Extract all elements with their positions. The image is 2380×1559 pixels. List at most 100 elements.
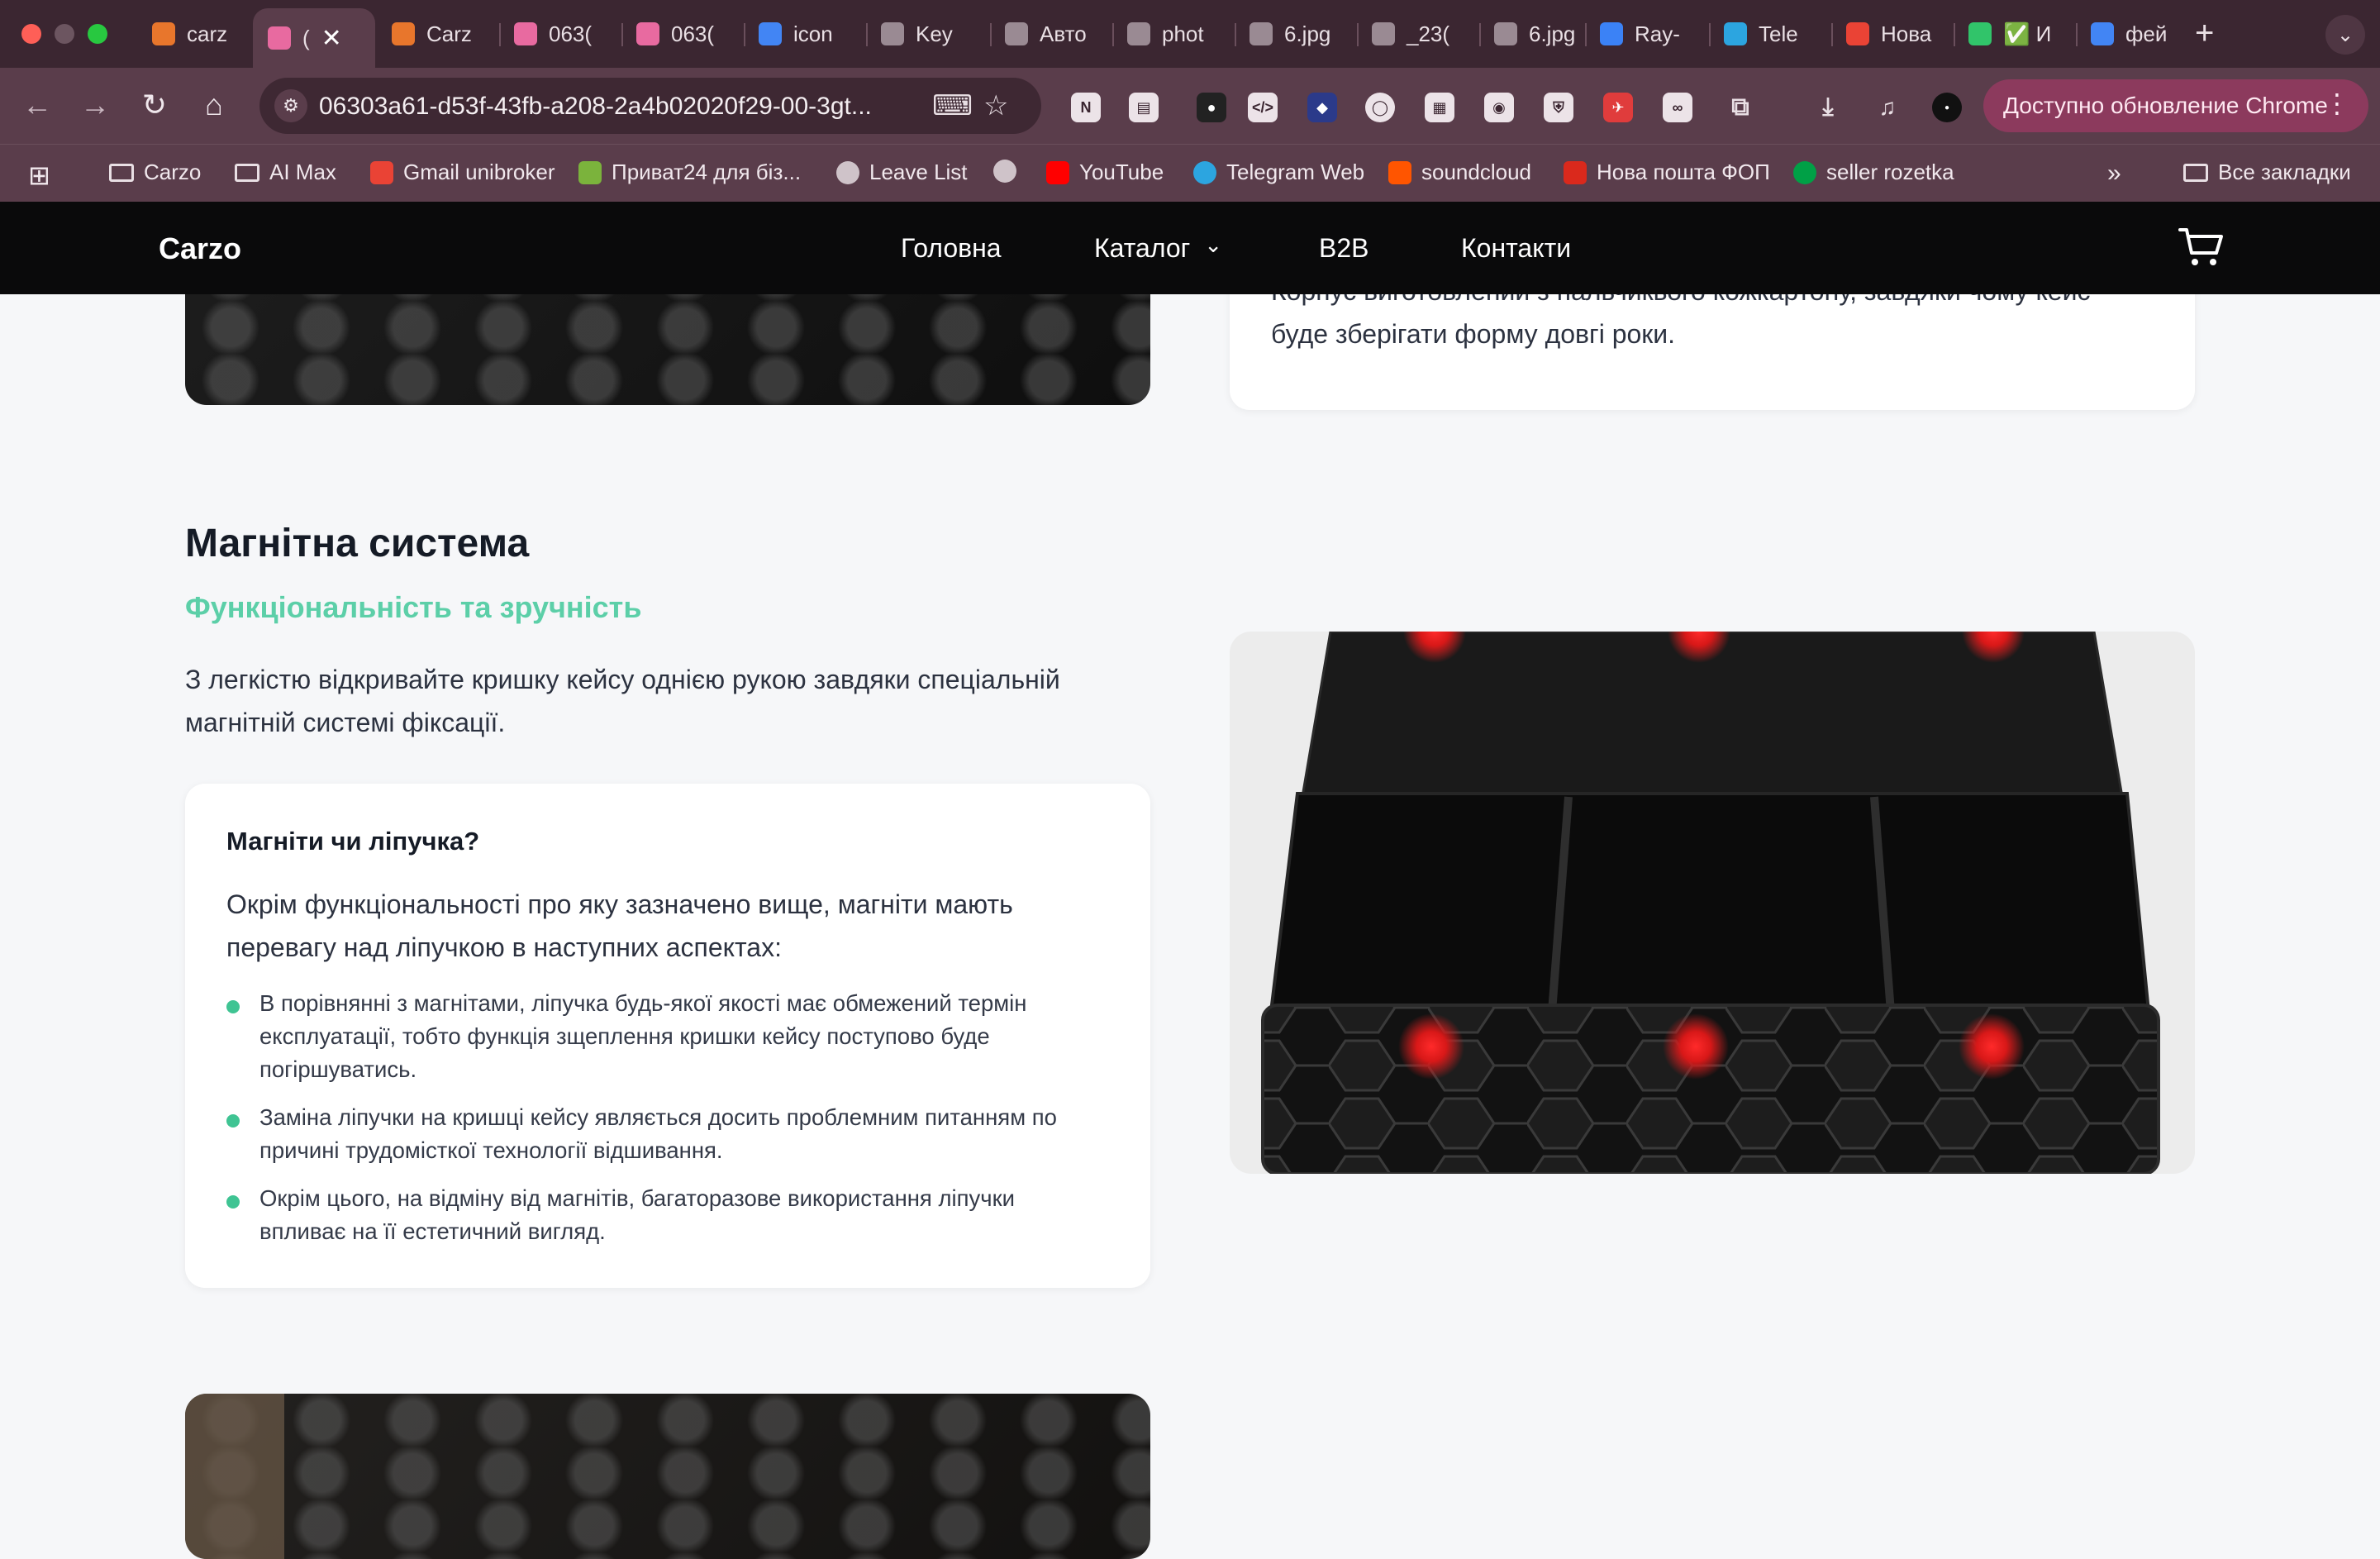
bird-extension-icon[interactable]: ✈	[1603, 93, 1633, 122]
bookmark-item[interactable]: Telegram Web	[1193, 160, 1364, 185]
nav-b2b-link[interactable]: B2B	[1319, 233, 1368, 264]
youtube-icon	[1046, 160, 1069, 184]
bookmark-star-icon[interactable]: ☆	[983, 89, 1008, 122]
reload-icon[interactable]: ↻	[136, 86, 174, 124]
bookmark-item[interactable]: AI Max	[235, 160, 336, 185]
tab-label: Tele	[1759, 21, 1798, 46]
t-favicon-icon	[1494, 22, 1517, 45]
forward-arrow-icon[interactable]: →	[76, 86, 114, 124]
window-close-button[interactable]	[21, 24, 41, 44]
new-tab-button[interactable]: +	[2195, 15, 2214, 52]
bookmark-label: Leave List	[869, 160, 968, 184]
nav-catalog-link[interactable]: Каталог ⌄	[1094, 232, 1222, 264]
meta-favicon-icon	[1600, 22, 1623, 45]
tab-label: 063(	[549, 21, 593, 46]
extensions-puzzle-icon[interactable]: ⧉	[1726, 93, 1755, 122]
download-icon[interactable]: ⤓	[1813, 93, 1843, 122]
lovable-favicon-icon	[268, 26, 291, 50]
bookmark-item[interactable]: Gmail unibroker	[370, 160, 555, 185]
list-item-text: В порівнянні з магнітами, ліпучка будь-я…	[259, 990, 1027, 1082]
background-wall-strip	[185, 1394, 284, 1559]
advantages-list: В порівнянні з магнітами, ліпучка будь-я…	[226, 987, 1094, 1263]
bookmark-item[interactable]: Нова пошта ФОП	[1564, 160, 1770, 185]
lovable-favicon-icon	[514, 22, 537, 45]
nav-home-link[interactable]: Головна	[901, 233, 1002, 264]
chrome-menu-icon[interactable]: ⋮	[2324, 88, 2350, 119]
list-item-text: Заміна ліпучки на кришці кейсу являється…	[259, 1104, 1057, 1163]
bullet-dot-icon	[226, 1000, 240, 1013]
code-extension-icon[interactable]: </>	[1248, 93, 1278, 122]
browser-tab[interactable]: Key	[866, 12, 988, 56]
tab-close-icon[interactable]: ✕	[321, 24, 342, 53]
apps-grid-icon[interactable]: ⊞	[28, 160, 50, 191]
chart-extension-icon[interactable]: ▦	[1425, 93, 1454, 122]
window-minimize-button[interactable]	[55, 24, 74, 44]
cart-icon[interactable]	[2178, 226, 2225, 268]
tab-label: phot	[1162, 21, 1204, 46]
browser-tab[interactable]: Carz	[377, 12, 497, 56]
reader-extension-icon[interactable]: ▤	[1129, 93, 1159, 122]
glasses-extension-icon[interactable]: ∞	[1663, 93, 1692, 122]
back-arrow-icon[interactable]: ←	[18, 86, 56, 124]
browser-tab[interactable]: Tele	[1709, 12, 1830, 56]
bookmark-item[interactable]: soundcloud	[1388, 160, 1531, 185]
tab-search-chevron-icon[interactable]: ⌄	[2325, 15, 2365, 55]
apple-extension-icon[interactable]: ●	[1197, 93, 1226, 122]
browser-tab[interactable]: phot	[1112, 12, 1233, 56]
google-favicon-icon	[2091, 22, 2114, 45]
browser-tab[interactable]: фей	[2076, 12, 2188, 56]
browser-tab[interactable]: icon	[744, 12, 864, 56]
folder-icon	[235, 163, 259, 182]
bookmark-item[interactable]: Carzo	[109, 160, 201, 185]
organizer-illustration	[1261, 632, 2160, 1174]
browser-tab[interactable]: ✅ И	[1954, 12, 2074, 56]
bookmark-item[interactable]	[993, 160, 1026, 183]
tab-label: Авто	[1040, 21, 1087, 46]
bookmark-label: YouTube	[1079, 160, 1164, 184]
browser-tab[interactable]: 6.jpg	[1235, 12, 1355, 56]
site-logo[interactable]: Carzo	[159, 231, 241, 266]
browser-tab[interactable]: 063(	[499, 12, 620, 56]
shield-extension-icon[interactable]: ⛨	[1544, 93, 1573, 122]
site-header: Carzo Головна Каталог ⌄ B2B Контакти	[0, 202, 2380, 294]
cube-extension-icon[interactable]: ◆	[1307, 93, 1337, 122]
bookmark-item[interactable]: Leave List	[836, 160, 968, 185]
profile-avatar[interactable]: ●	[1932, 93, 1962, 122]
chrome-update-label: Доступно обновление Chrome	[2003, 93, 2328, 118]
window-zoom-button[interactable]	[88, 24, 107, 44]
bookmark-item[interactable]: YouTube	[1046, 160, 1164, 185]
loading-favicon-icon	[881, 22, 904, 45]
t-favicon-icon	[1372, 22, 1395, 45]
bullet-dot-icon	[226, 1195, 240, 1209]
browser-tab[interactable]: Авто	[990, 12, 1111, 56]
url-text[interactable]: 06303a61-d53f-43fb-a208-2a4b02020f29-00-…	[319, 93, 872, 121]
t-favicon-icon	[1005, 22, 1028, 45]
chrome-update-button[interactable]: Доступно обновление Chrome ⋮	[1983, 79, 2368, 132]
circle-extension-icon[interactable]: ◯	[1365, 93, 1395, 122]
media-control-icon[interactable]: ♫	[1873, 93, 1902, 122]
home-icon[interactable]: ⌂	[195, 86, 233, 124]
bookmark-item[interactable]: seller rozetka	[1793, 160, 1954, 185]
site-info-icon[interactable]: ⚙	[274, 89, 307, 122]
browser-tab[interactable]: _23(	[1357, 12, 1478, 56]
bookmark-label: Нова пошта ФОП	[1597, 160, 1770, 184]
magnets-vs-velcro-card: Магніти чи ліпучка? Окрім функціональнос…	[185, 784, 1150, 1288]
tab-label: Carz	[426, 21, 472, 46]
browser-tab[interactable]: 063(	[621, 12, 742, 56]
browser-tab[interactable]: 6.jpg	[1479, 12, 1583, 56]
address-bar[interactable]: ⚙ 06303a61-d53f-43fb-a208-2a4b02020f29-0…	[259, 78, 1041, 134]
more-bookmarks-chevron-icon[interactable]: »	[2107, 160, 2121, 188]
notion-extension-icon[interactable]: N	[1071, 93, 1101, 122]
all-bookmarks-folder[interactable]: Все закладки	[2183, 160, 2351, 185]
tab-label: ✅ И	[2003, 21, 2052, 46]
nav-contacts-link[interactable]: Контакти	[1461, 233, 1571, 264]
bookmark-item[interactable]: Приват24 для біз...	[578, 160, 801, 185]
bookmark-label: seller rozetka	[1826, 160, 1954, 184]
tab-label: Ray-	[1635, 21, 1680, 46]
browser-tab[interactable]: Ray-	[1585, 12, 1707, 56]
translate-icon[interactable]: ⌨	[932, 89, 973, 122]
browser-tab[interactable]: carz	[137, 12, 250, 56]
browser-tab[interactable]: Нова	[1831, 12, 1952, 56]
browser-tab[interactable]: (✕	[253, 8, 375, 68]
camera-extension-icon[interactable]: ◉	[1484, 93, 1514, 122]
